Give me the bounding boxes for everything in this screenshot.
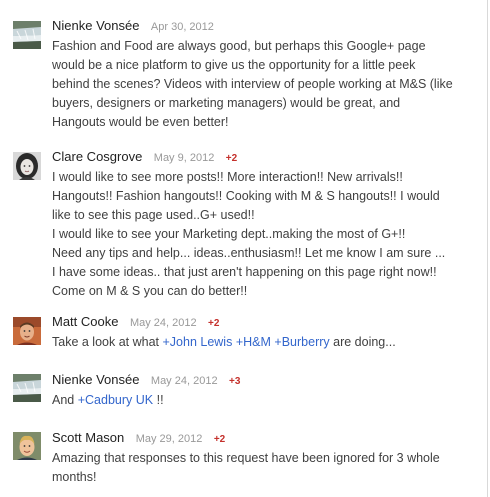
- blond-man-avatar[interactable]: [13, 432, 41, 460]
- comment-date[interactable]: May 24, 2012: [130, 317, 197, 329]
- mention-cadbury-uk[interactable]: +Cadbury UK: [78, 393, 153, 407]
- comment-text: !!: [153, 393, 164, 407]
- comment-item: Nienke Vonsée May 24, 2012 +3 And +Cadbu…: [0, 371, 490, 410]
- author-name[interactable]: Matt Cooke: [52, 314, 118, 329]
- plus-one-count[interactable]: +2: [214, 434, 225, 445]
- comment-line: would be a nice platform to give us the …: [52, 58, 416, 72]
- mention-h-and-m[interactable]: +H&M: [236, 335, 271, 349]
- comment-body: Amazing that responses to this request h…: [52, 449, 490, 487]
- comment-date[interactable]: May 29, 2012: [136, 433, 203, 445]
- comment-line: buyers, designers or marketing managers)…: [52, 96, 401, 110]
- comment-body: And +Cadbury UK !!: [52, 391, 490, 410]
- comment-text: Take a look at what: [52, 335, 163, 349]
- mention-label: John Lewis: [169, 335, 233, 349]
- comment-date[interactable]: Apr 30, 2012: [151, 21, 214, 33]
- author-name[interactable]: Nienke Vonsée: [52, 18, 139, 33]
- comment-text: And: [52, 393, 78, 407]
- comment-line: Hangouts would be even better!: [52, 115, 229, 129]
- comment-text: are doing...: [329, 335, 396, 349]
- mention-label: H&M: [243, 335, 271, 349]
- comment-line: behind the scenes? Videos with interview…: [52, 77, 453, 91]
- comment-line: I would like to see more posts!! More in…: [52, 170, 403, 184]
- mention-burberry[interactable]: +Burberry: [274, 335, 329, 349]
- mention-prefix: +: [77, 393, 86, 407]
- comment-line: Take a look at what +John Lewis +H&M +Bu…: [52, 333, 490, 352]
- comment-body: Take a look at what +John Lewis +H&M +Bu…: [52, 333, 490, 352]
- author-name[interactable]: Nienke Vonsée: [52, 372, 139, 387]
- comment-line: Come on M & S you can do better!!: [52, 284, 248, 298]
- comment-line: I have some ideas.. that just aren't hap…: [52, 265, 437, 279]
- comment-item: Nienke Vonsée Apr 30, 2012 Fashion and F…: [0, 17, 490, 132]
- mention-john-lewis[interactable]: +John Lewis: [162, 335, 232, 349]
- comment-line: like to see this page used..G+ used!!: [52, 208, 255, 222]
- comment-date[interactable]: May 24, 2012: [151, 375, 218, 387]
- comment-body: I would like to see more posts!! More in…: [52, 168, 490, 301]
- author-name[interactable]: Clare Cosgrove: [52, 149, 142, 164]
- comment-line: Hangouts!! Fashion hangouts!! Cooking wi…: [52, 189, 440, 203]
- comment-line: Amazing that responses to this request h…: [52, 451, 440, 465]
- mention-prefix: +: [162, 335, 170, 349]
- comment-meta: Nienke Vonsée Apr 30, 2012: [52, 17, 490, 35]
- comment-meta: Clare Cosgrove May 9, 2012 +2: [52, 148, 490, 166]
- waterfall-avatar[interactable]: [13, 21, 41, 49]
- plus-one-count[interactable]: +2: [226, 153, 237, 164]
- comment-line: Need any tips and help... ideas..enthusi…: [52, 246, 446, 260]
- comment-meta: Matt Cooke May 24, 2012 +2: [52, 313, 490, 331]
- woman-portrait-avatar[interactable]: [13, 152, 41, 180]
- waterfall-avatar[interactable]: [13, 374, 41, 402]
- comment-item: Matt Cooke May 24, 2012 +2 Take a look a…: [0, 313, 490, 352]
- comment-line: Fashion and Food are always good, but pe…: [52, 39, 426, 53]
- plus-one-count[interactable]: +2: [208, 318, 219, 329]
- comment-line: And +Cadbury UK !!: [52, 391, 490, 410]
- comment-line: months!: [52, 470, 97, 484]
- comment-line: I would like to see your Marketing dept.…: [52, 227, 406, 241]
- mention-label: Cadbury UK: [85, 393, 154, 407]
- comment-item: Scott Mason May 29, 2012 +2 Amazing that…: [0, 429, 490, 487]
- comment-meta: Scott Mason May 29, 2012 +2: [52, 429, 490, 447]
- man-portrait-avatar[interactable]: [13, 317, 41, 345]
- comment-item: Clare Cosgrove May 9, 2012 +2 I would li…: [0, 148, 490, 301]
- comment-body: Fashion and Food are always good, but pe…: [52, 37, 490, 132]
- plus-one-count[interactable]: +3: [229, 376, 240, 387]
- comment-date[interactable]: May 9, 2012: [154, 152, 215, 164]
- mention-prefix: +: [274, 335, 282, 349]
- mention-label: Burberry: [281, 335, 330, 349]
- comment-meta: Nienke Vonsée May 24, 2012 +3: [52, 371, 490, 389]
- author-name[interactable]: Scott Mason: [52, 430, 124, 445]
